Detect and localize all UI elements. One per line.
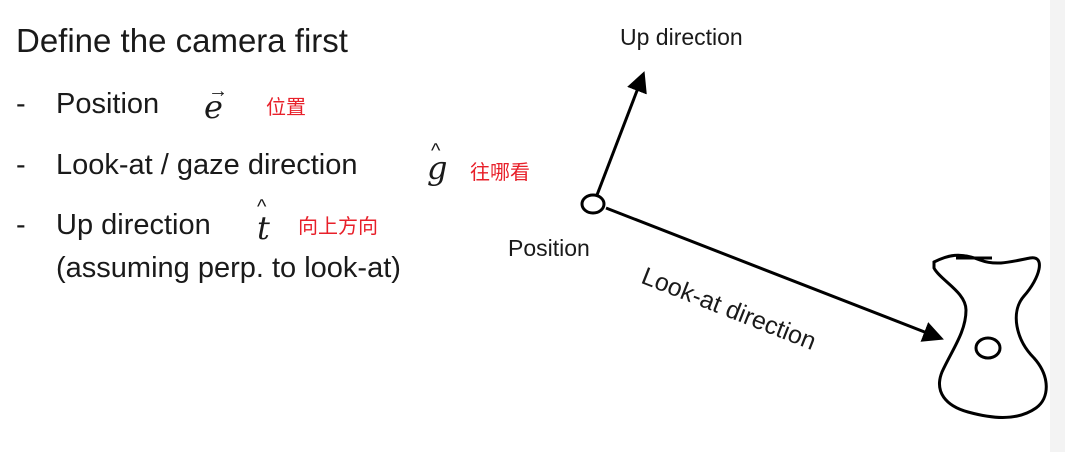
camera-position-circle (580, 193, 606, 215)
camera-diagram (580, 71, 1048, 419)
position-label: Position (508, 235, 590, 261)
up-direction-label: Up direction (620, 24, 743, 50)
object-shape (932, 253, 1048, 419)
object-hole (974, 336, 1002, 360)
up-direction-arrow (595, 71, 647, 196)
